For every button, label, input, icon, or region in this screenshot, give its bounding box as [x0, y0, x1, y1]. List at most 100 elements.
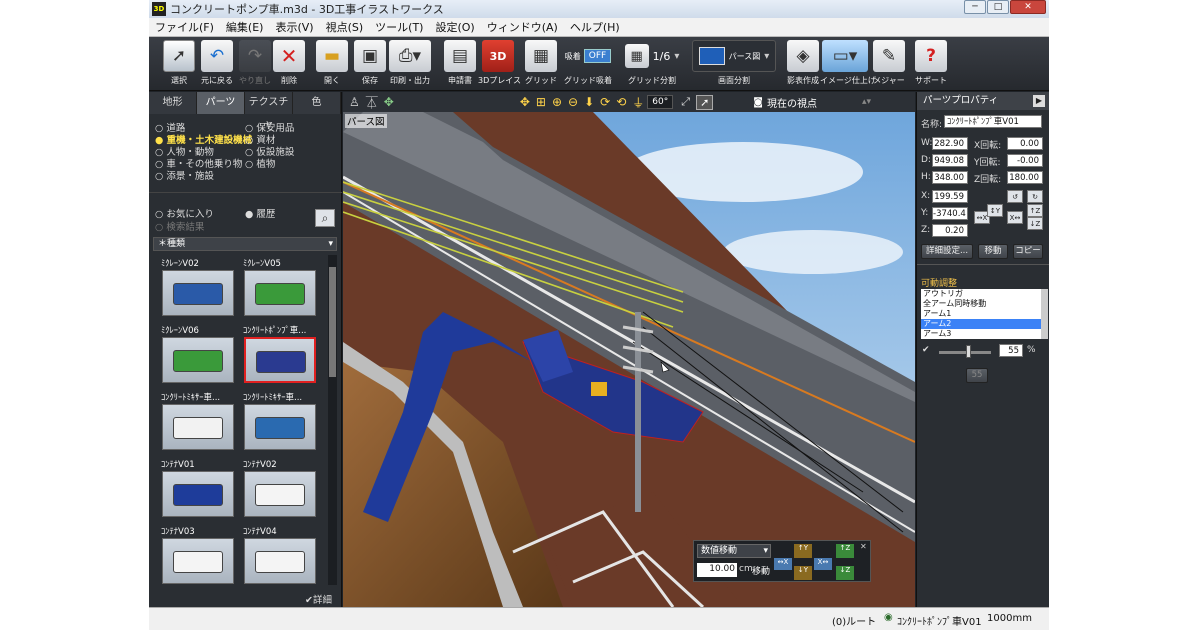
walk-icon[interactable]: ⬇ — [584, 95, 594, 109]
orbit-icon[interactable]: ⟳ — [600, 95, 610, 109]
type-dropdown[interactable]: ＊種類 ▾ — [153, 237, 337, 251]
tab-terrain[interactable]: 地形 — [149, 92, 197, 114]
viewpoint-spin-icon[interactable]: ▴▾ — [862, 97, 871, 107]
category-scenery[interactable]: ○ 添景・施設 — [155, 168, 214, 182]
menu-edit[interactable]: 編集(E) — [220, 19, 270, 35]
move-value-input[interactable]: 10.00 — [697, 563, 737, 577]
panel-collapse-icon[interactable]: ▶ — [1033, 95, 1045, 107]
movable-list-item[interactable]: アーム2 — [921, 319, 1041, 329]
position-input[interactable]: 0.20 — [932, 224, 968, 237]
tilt-icon[interactable]: ⟲ — [616, 95, 626, 109]
part-thumbnail[interactable] — [244, 270, 316, 316]
adjust-percent-input[interactable]: 55 — [999, 344, 1023, 357]
rotate-object-icon[interactable]: ✥ — [384, 95, 394, 109]
save-button[interactable]: ▣ 保存 — [352, 40, 388, 88]
dim-input[interactable]: 282.90 — [932, 137, 968, 150]
tab-color[interactable]: 色 — [293, 92, 341, 114]
history-radio[interactable]: ● 履歴 — [245, 206, 275, 220]
transform-icon[interactable]: ↑Z — [1027, 204, 1043, 217]
zoom-in-icon[interactable]: ⊕ — [552, 95, 562, 109]
maximize-button[interactable]: □ — [987, 0, 1009, 14]
transform-icon[interactable]: ↓Z — [1027, 217, 1043, 230]
move-z-minus-button[interactable]: ↓Z — [836, 566, 854, 580]
part-thumbnail[interactable] — [162, 538, 234, 584]
viewpoint-select[interactable]: 現在の視点 — [767, 95, 862, 110]
undo-button[interactable]: ↶ 元に戻る — [199, 40, 235, 88]
detail-checkbox[interactable]: ✔詳細 — [305, 592, 332, 606]
category-plants[interactable]: ○ 植物 — [245, 156, 275, 170]
copy-button[interactable]: コピー — [1013, 244, 1043, 259]
movable-parts-list[interactable]: アウトリガ 全アーム同時移動 アーム1 アーム2 アーム3 — [921, 289, 1041, 339]
support-button[interactable]: ? サポート — [913, 40, 949, 88]
dim-input[interactable]: 348.00 — [932, 171, 968, 184]
3d-viewport[interactable]: パース図 数値移動 ▾ 10.00 cm 移動 ↔X ↑Y ↓Y X↔ ↑Z ↓Z… — [343, 112, 915, 607]
menu-help[interactable]: ヘルプ(H) — [564, 19, 626, 35]
tab-parts[interactable]: パーツ — [197, 92, 245, 114]
menu-tools[interactable]: ツール(T) — [369, 19, 429, 35]
redo-button[interactable]: ↷ やり直し — [237, 40, 273, 88]
fov-icon[interactable]: ⏚ — [632, 94, 644, 111]
grid-split-button[interactable]: ▦ 1/6 ▾ グリッド分割 — [621, 40, 683, 88]
part-thumbnail[interactable] — [162, 270, 234, 316]
close-icon[interactable]: ✕ — [860, 542, 867, 551]
open-button[interactable]: ▬ 開く — [314, 40, 350, 88]
adjust-slider-thumb[interactable] — [965, 345, 971, 358]
transform-icon[interactable]: X↔ — [1007, 211, 1023, 224]
search-result-radio[interactable]: ○ 検索結果 — [155, 219, 204, 233]
move-y-plus-button[interactable]: ↑Y — [794, 544, 812, 558]
shadow-button[interactable]: ◈ 影表作成 — [785, 40, 821, 88]
move-button[interactable]: 移動 — [978, 244, 1008, 259]
movable-list-item[interactable]: アウトリガ — [921, 289, 1041, 299]
person-icon[interactable]: ♙ — [349, 95, 360, 109]
cursor-select-icon[interactable]: ➚ — [696, 94, 714, 110]
move-z-plus-button[interactable]: ↑Z — [836, 544, 854, 558]
move-x-minus-button[interactable]: ↔X — [774, 558, 792, 570]
pan-icon[interactable]: ✥ — [520, 95, 530, 109]
part-thumbnail[interactable] — [244, 538, 316, 584]
tripod-icon[interactable]: ⏄ — [366, 94, 378, 111]
grid-button[interactable]: ▦ グリッド — [523, 40, 559, 88]
transform-icon[interactable]: ↕Y — [987, 204, 1003, 217]
transform-icon[interactable]: ↻ — [1027, 190, 1043, 203]
move-mode-select[interactable]: 数値移動 ▾ — [697, 544, 771, 558]
measure-button[interactable]: ✎ メジャー — [871, 40, 907, 88]
detail-settings-button[interactable]: 詳細設定... — [921, 244, 973, 259]
screen-split-button[interactable]: パース図 ▾ 画面分割 — [692, 40, 776, 88]
fov-angle[interactable]: 60° — [647, 95, 674, 109]
zoom-out-icon[interactable]: ⊖ — [568, 95, 578, 109]
position-input[interactable]: -3740.4 — [932, 207, 968, 220]
zoom-area-icon[interactable]: ⊞ — [536, 95, 546, 109]
favorites-radio[interactable]: ○ お気に入り — [155, 206, 214, 220]
part-thumbnail[interactable] — [162, 471, 234, 517]
application-form-button[interactable]: ▤ 申請書 — [442, 40, 478, 88]
menu-window[interactable]: ウィンドウ(A) — [481, 19, 564, 35]
position-input[interactable]: 199.59 — [932, 190, 968, 203]
part-thumbnail[interactable] — [244, 471, 316, 517]
apply-percent-button[interactable]: 55 — [966, 368, 988, 383]
select-button[interactable]: ➚ 選択 — [161, 40, 197, 88]
close-button[interactable]: ✕ — [1010, 0, 1046, 14]
part-thumbnail[interactable] — [162, 337, 234, 383]
list-scrollbar[interactable] — [1041, 289, 1048, 339]
print-button[interactable]: ⎙▾ 印刷・出力 — [387, 40, 433, 88]
rotation-input[interactable]: -0.00 — [1007, 154, 1043, 167]
movable-list-item[interactable]: 全アーム同時移動 — [921, 299, 1041, 309]
part-thumbnail[interactable] — [244, 404, 316, 450]
tab-texture[interactable]: テクスチャ — [245, 92, 293, 130]
rotation-input[interactable]: 0.00 — [1007, 137, 1043, 150]
rotation-input[interactable]: 180.00 — [1007, 171, 1043, 184]
name-field[interactable]: ｺﾝｸﾘｰﾄﾎﾟﾝﾌﾟ車V01 — [944, 115, 1042, 128]
menu-settings[interactable]: 設定(O) — [429, 19, 480, 35]
delete-button[interactable]: ✕ 削除 — [271, 40, 307, 88]
image-finish-button[interactable]: ▭▾ イメージ仕上げ — [820, 40, 876, 88]
menu-viewpoint[interactable]: 視点(S) — [320, 19, 370, 35]
enable-checkbox[interactable]: ✔ — [922, 345, 930, 355]
dim-input[interactable]: 949.08 — [932, 154, 968, 167]
scrollbar-track[interactable] — [328, 255, 337, 585]
scrollbar-thumb[interactable] — [329, 267, 336, 377]
grid-snap-toggle[interactable]: 吸着 OFF グリッド吸着 — [559, 40, 617, 88]
movable-list-item[interactable]: アーム3 — [921, 329, 1041, 339]
transform-icon[interactable]: ↺ — [1007, 190, 1023, 203]
move-y-minus-button[interactable]: ↓Y — [794, 566, 812, 580]
3d-place-button[interactable]: 3D 3Dプレイス — [478, 40, 521, 88]
